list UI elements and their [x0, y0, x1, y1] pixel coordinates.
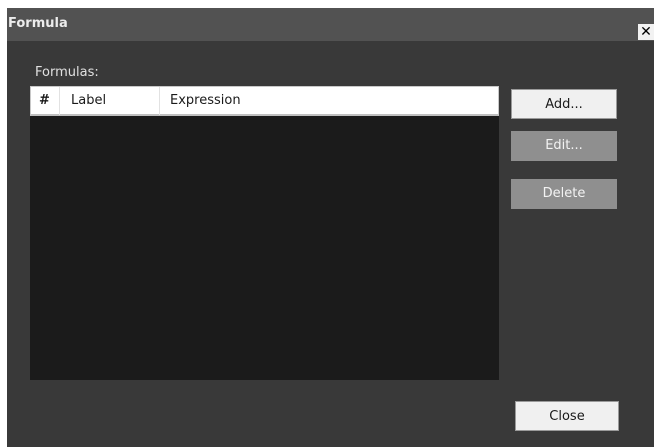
formulas-list[interactable]: # Label Expression [30, 86, 499, 380]
close-button[interactable]: Close [515, 401, 619, 431]
add-button[interactable]: Add... [511, 89, 617, 119]
column-header-label[interactable]: Label [60, 87, 160, 115]
delete-button[interactable]: Delete [511, 179, 617, 209]
dialog-title: Formula [8, 16, 68, 31]
title-bar: Formula [7, 8, 654, 41]
formulas-list-header: # Label Expression [30, 86, 499, 116]
column-header-number[interactable]: # [31, 87, 60, 115]
formula-dialog: Formula ✕ Formulas: # Label Expression A… [7, 8, 654, 447]
edit-button[interactable]: Edit... [511, 131, 617, 161]
close-icon[interactable]: ✕ [638, 24, 654, 40]
formulas-label: Formulas: [35, 65, 99, 80]
column-header-expression[interactable]: Expression [160, 87, 498, 115]
